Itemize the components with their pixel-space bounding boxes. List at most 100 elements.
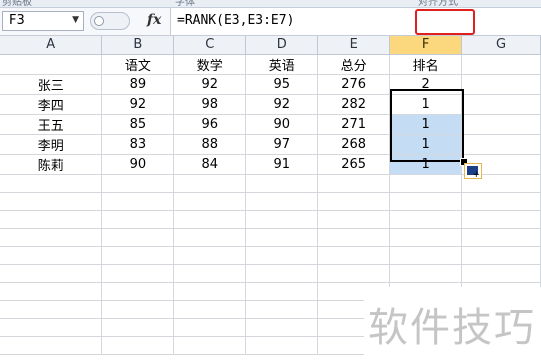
cell[interactable]: 数学	[173, 54, 247, 75]
cell[interactable]	[173, 300, 247, 319]
cell[interactable]	[0, 228, 103, 247]
cell[interactable]	[461, 54, 541, 75]
cell[interactable]	[0, 336, 103, 355]
cell[interactable]	[101, 192, 175, 211]
cell[interactable]	[101, 300, 175, 319]
cell[interactable]: 90	[245, 114, 319, 135]
cell[interactable]	[0, 300, 103, 319]
cell-selected[interactable]: 1	[389, 154, 463, 175]
cell[interactable]	[101, 264, 175, 283]
cell[interactable]	[317, 246, 391, 265]
cell[interactable]	[101, 282, 175, 301]
cell[interactable]	[173, 210, 247, 229]
cell[interactable]	[0, 210, 103, 229]
cell[interactable]	[245, 246, 319, 265]
cell[interactable]	[0, 264, 103, 283]
cell[interactable]: 268	[317, 134, 391, 155]
cell[interactable]	[389, 192, 463, 211]
cell[interactable]	[317, 192, 391, 211]
cell[interactable]	[173, 246, 247, 265]
cell[interactable]	[101, 210, 175, 229]
cell[interactable]: 李四	[0, 94, 103, 115]
cell[interactable]	[101, 318, 175, 337]
column-header-B[interactable]: B	[101, 36, 175, 55]
cell[interactable]: 陈莉	[0, 154, 103, 175]
cell[interactable]	[0, 54, 103, 75]
cell[interactable]	[461, 228, 541, 247]
cell[interactable]: 李明	[0, 134, 103, 155]
cell[interactable]	[0, 246, 103, 265]
cell[interactable]	[389, 264, 463, 283]
cell[interactable]	[245, 318, 319, 337]
cell[interactable]	[101, 336, 175, 355]
cell[interactable]: 84	[173, 154, 247, 175]
cell[interactable]	[245, 336, 319, 355]
cell[interactable]	[173, 192, 247, 211]
name-box[interactable]: F3 ▼	[2, 11, 84, 31]
cell[interactable]	[317, 264, 391, 283]
cell-selected[interactable]: 1	[389, 134, 463, 155]
formula-bar-toggle[interactable]	[90, 12, 130, 30]
cell[interactable]	[389, 174, 463, 193]
cell[interactable]	[461, 94, 541, 115]
cell[interactable]: 265	[317, 154, 391, 175]
cell[interactable]	[389, 210, 463, 229]
cell[interactable]	[461, 246, 541, 265]
cell[interactable]: 王五	[0, 114, 103, 135]
cell[interactable]	[317, 228, 391, 247]
cell[interactable]	[461, 210, 541, 229]
cell[interactable]	[0, 192, 103, 211]
formula-input[interactable]: =RANK(E3,E3:E7)	[170, 8, 541, 35]
cell[interactable]: 总分	[317, 54, 391, 75]
cell[interactable]: 96	[173, 114, 247, 135]
cell[interactable]	[173, 264, 247, 283]
cell[interactable]: 85	[101, 114, 175, 135]
column-header-D[interactable]: D	[245, 36, 319, 55]
insert-function-icon[interactable]: fx	[147, 12, 161, 28]
cell[interactable]: 92	[101, 94, 175, 115]
cell[interactable]	[0, 282, 103, 301]
cell[interactable]: 91	[245, 154, 319, 175]
cell[interactable]: 98	[173, 94, 247, 115]
cell-selected[interactable]: 1	[389, 114, 463, 135]
cell[interactable]	[245, 192, 319, 211]
auto-fill-options-button[interactable]: +	[464, 163, 482, 180]
cell[interactable]: 英语	[245, 54, 319, 75]
cell[interactable]: 89	[101, 74, 175, 95]
cell[interactable]	[461, 264, 541, 283]
chevron-down-icon[interactable]: ▼	[72, 15, 79, 25]
cell[interactable]	[461, 134, 541, 155]
cell[interactable]	[461, 114, 541, 135]
cell[interactable]: 95	[245, 74, 319, 95]
cell[interactable]: 排名	[389, 54, 463, 75]
cell[interactable]	[173, 174, 247, 193]
cell[interactable]: 271	[317, 114, 391, 135]
cell[interactable]	[101, 246, 175, 265]
cell[interactable]: 1	[389, 94, 463, 115]
cell[interactable]	[461, 192, 541, 211]
cell[interactable]	[245, 300, 319, 319]
cell[interactable]	[389, 246, 463, 265]
cell[interactable]	[173, 336, 247, 355]
cell[interactable]: 88	[173, 134, 247, 155]
cell[interactable]: 282	[317, 94, 391, 115]
column-header-E[interactable]: E	[317, 36, 391, 55]
cell[interactable]: 张三	[0, 74, 103, 95]
cell[interactable]: 90	[101, 154, 175, 175]
cell[interactable]: 97	[245, 134, 319, 155]
cell[interactable]	[461, 74, 541, 95]
cell[interactable]: 92	[245, 94, 319, 115]
cell[interactable]	[173, 228, 247, 247]
cell[interactable]: 276	[317, 74, 391, 95]
cell[interactable]	[245, 282, 319, 301]
cell[interactable]	[317, 210, 391, 229]
cell[interactable]	[173, 282, 247, 301]
cell[interactable]	[245, 174, 319, 193]
cell[interactable]	[173, 318, 247, 337]
cell[interactable]	[0, 318, 103, 337]
column-header-F[interactable]: F	[389, 36, 463, 55]
cell[interactable]: 语文	[101, 54, 175, 75]
column-header-G[interactable]: G	[461, 36, 541, 55]
cell[interactable]	[245, 264, 319, 283]
cell[interactable]	[245, 210, 319, 229]
